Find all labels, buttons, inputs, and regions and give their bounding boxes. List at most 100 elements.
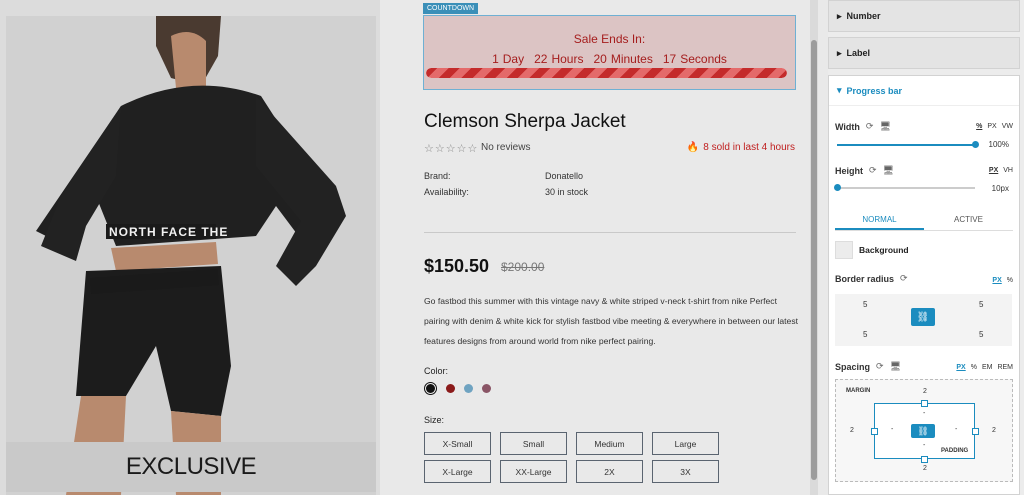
- size-option[interactable]: XX-Large: [500, 460, 567, 483]
- spacing-box: MARGIN 2 2 2 2 - - - - PADDING ⛓: [835, 379, 1013, 482]
- color-swatch[interactable]: [464, 384, 473, 393]
- radius-bottom-right[interactable]: 5: [979, 330, 983, 339]
- unit-option[interactable]: %: [1007, 277, 1013, 284]
- color-swatch[interactable]: [446, 384, 455, 393]
- size-option[interactable]: Small: [500, 432, 567, 455]
- countdown-minutes: 20 Minutes: [593, 52, 653, 66]
- size-option[interactable]: X-Large: [424, 460, 491, 483]
- old-price: $200.00: [501, 260, 545, 274]
- meta-value: 30 in stock: [545, 187, 589, 197]
- border-radius-label: Border radius ⟳: [835, 273, 908, 284]
- radius-top-left[interactable]: 5: [863, 300, 867, 309]
- size-option[interactable]: Large: [652, 432, 719, 455]
- desktop-icon[interactable]: 🖥: [883, 165, 894, 176]
- section-progress-bar: ▾ Progress bar Width ⟳ 🖥 % PX VW 100% He…: [828, 75, 1020, 495]
- meta-key: Brand:: [424, 171, 451, 181]
- background-swatch[interactable]: [835, 241, 853, 259]
- desktop-icon[interactable]: 🖥: [879, 121, 890, 132]
- width-slider[interactable]: [837, 141, 979, 148]
- scrollbar-thumb[interactable]: [811, 40, 817, 480]
- size-option[interactable]: X-Small: [424, 432, 491, 455]
- unit-option[interactable]: EM: [982, 364, 993, 371]
- product-photo[interactable]: NORTH FACE THE: [6, 16, 376, 495]
- color-swatch-selected[interactable]: [424, 382, 437, 395]
- margin-right-handle[interactable]: [972, 428, 979, 435]
- size-option[interactable]: 2X: [576, 460, 643, 483]
- background-control[interactable]: Background: [835, 241, 909, 259]
- countdown-progress-bar: [426, 68, 787, 78]
- padding-top[interactable]: -: [923, 410, 925, 417]
- unit-option[interactable]: PX: [989, 167, 998, 174]
- countdown-widget[interactable]: Sale Ends In: 1 Day 22 Hours 20 Minutes 17 S…: [423, 15, 796, 90]
- chevron-right-icon: ▸: [837, 10, 842, 21]
- padding-label: PADDING: [941, 448, 969, 454]
- meta-row: Brand: Donatello: [424, 171, 588, 187]
- star-icon: ☆: [467, 143, 478, 155]
- color-swatch[interactable]: [482, 384, 491, 393]
- star-icon: ☆: [424, 143, 434, 155]
- sold-counter: 🔥 8 sold in last 4 hours: [687, 142, 795, 153]
- reset-icon[interactable]: ⟳: [866, 121, 874, 132]
- padding-left[interactable]: -: [891, 426, 893, 433]
- margin-bottom-handle[interactable]: [921, 456, 928, 463]
- rating-stars[interactable]: ☆ ☆ ☆ ☆ ☆: [424, 142, 477, 155]
- size-label: Size:: [424, 415, 445, 425]
- border-radius-units: PX %: [992, 277, 1013, 284]
- unit-option[interactable]: VH: [1003, 167, 1013, 174]
- size-option[interactable]: Medium: [576, 432, 643, 455]
- unit-option[interactable]: PX: [992, 277, 1001, 284]
- width-slider-knob[interactable]: [972, 141, 979, 148]
- canvas-scrollbar[interactable]: [810, 0, 818, 495]
- border-radius-grid: 5 5 5 5 ⛓: [835, 294, 1012, 346]
- width-value[interactable]: 100%: [989, 140, 1009, 149]
- waistband-text: NORTH FACE THE: [109, 225, 228, 239]
- size-options: X-Small Small Medium Large X-Large XX-La…: [424, 432, 719, 483]
- padding-bottom[interactable]: -: [923, 442, 925, 449]
- reviews-link[interactable]: No reviews: [481, 142, 530, 153]
- margin-left-handle[interactable]: [871, 428, 878, 435]
- countdown-progress-fill: [426, 68, 787, 78]
- desktop-icon[interactable]: 🖥: [890, 361, 901, 372]
- exclusive-badge: EXCLUSIVE: [6, 442, 376, 492]
- height-value[interactable]: 10px: [992, 184, 1009, 193]
- price: $150.50: [424, 256, 490, 276]
- reset-icon[interactable]: ⟳: [869, 165, 877, 176]
- countdown-hours: 22 Hours: [534, 52, 584, 66]
- tab-active[interactable]: ACTIVE: [924, 209, 1013, 230]
- unit-option[interactable]: VW: [1002, 123, 1013, 130]
- section-label-settings[interactable]: ▸ Label: [828, 37, 1020, 69]
- link-icon[interactable]: ⛓: [911, 308, 935, 326]
- reset-icon[interactable]: ⟳: [876, 361, 884, 372]
- margin-bottom[interactable]: 2: [923, 465, 927, 472]
- size-option[interactable]: 3X: [652, 460, 719, 483]
- unit-option[interactable]: PX: [987, 123, 996, 130]
- height-slider[interactable]: [834, 184, 975, 191]
- star-icon: ☆: [456, 143, 467, 155]
- padding-right[interactable]: -: [955, 426, 957, 433]
- height-units: PX VH: [989, 167, 1013, 174]
- margin-left[interactable]: 2: [850, 427, 854, 434]
- unit-option[interactable]: %: [976, 123, 982, 130]
- margin-top[interactable]: 2: [923, 388, 927, 395]
- unit-option[interactable]: PX: [956, 364, 965, 371]
- radius-top-right[interactable]: 5: [979, 300, 983, 309]
- unit-option[interactable]: REM: [997, 364, 1013, 371]
- height-slider-knob[interactable]: [834, 184, 841, 191]
- unit-option[interactable]: %: [971, 364, 977, 371]
- link-icon[interactable]: ⛓: [911, 424, 935, 438]
- meta-value[interactable]: Donatello: [545, 171, 583, 187]
- countdown-tag[interactable]: COUNTDOWN: [423, 3, 479, 14]
- meta-key: Availability:: [424, 187, 469, 197]
- section-header-progress-bar[interactable]: ▾ Progress bar: [829, 76, 1019, 106]
- section-number[interactable]: ▸ Number: [828, 0, 1020, 32]
- height-label: Height ⟳ 🖥: [835, 165, 894, 176]
- margin-top-handle[interactable]: [921, 400, 928, 407]
- tab-normal[interactable]: NORMAL: [835, 209, 924, 230]
- margin-right[interactable]: 2: [992, 427, 996, 434]
- product-title: Clemson Sherpa Jacket: [424, 111, 626, 132]
- product-details: COUNTDOWN Sale Ends In: 1 Day 22 Hours 20 M…: [380, 0, 810, 495]
- reset-icon[interactable]: ⟳: [900, 273, 908, 284]
- countdown-title: Sale Ends In:: [573, 32, 646, 46]
- radius-bottom-left[interactable]: 5: [863, 330, 867, 339]
- star-icon: ☆: [445, 143, 456, 155]
